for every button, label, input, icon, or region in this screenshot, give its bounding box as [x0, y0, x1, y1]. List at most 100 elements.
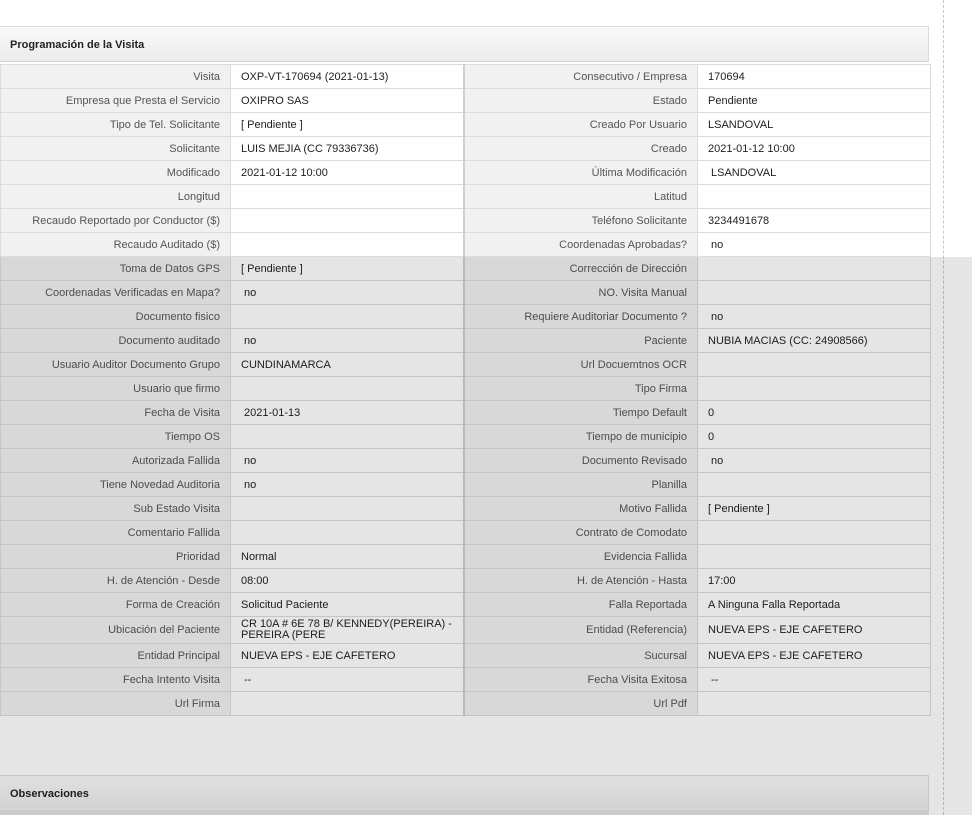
table-row: Modificado 2021-01-12 10:00 Última Modif… [0, 160, 931, 185]
field-value [230, 376, 464, 401]
table-row: Visita OXP-VT-170694 (2021-01-13) Consec… [0, 64, 931, 89]
field-value: no [697, 304, 931, 329]
programacion-panel-header: Programación de la Visita [0, 26, 929, 62]
field-value: Normal [230, 544, 464, 569]
field-value: no [230, 448, 464, 473]
field-label: Última Modificación [462, 160, 698, 185]
table-row: Coordenadas Verificadas en Mapa? no NO. … [0, 280, 931, 305]
field-label: Coordenadas Aprobadas? [462, 232, 698, 257]
field-value: 3234491678 [697, 208, 931, 233]
field-label: Planilla [462, 472, 698, 497]
field-value: 2021-01-13 [230, 400, 464, 425]
table-row: Fecha de Visita 2021-01-13 Tiempo Defaul… [0, 400, 931, 425]
table-row: Sub Estado Visita Motivo Fallida [ Pendi… [0, 496, 931, 521]
table-row: Usuario Auditor Documento Grupo CUNDINAM… [0, 352, 931, 377]
field-label: Entidad (Referencia) [462, 616, 698, 644]
field-label: Prioridad [0, 544, 231, 569]
field-value [230, 424, 464, 449]
field-label: Sub Estado Visita [0, 496, 231, 521]
field-value: NUEVA EPS - EJE CAFETERO [697, 616, 931, 644]
table-row: Ubicación del Paciente CR 10A # 6E 78 B/… [0, 616, 931, 644]
field-value [230, 496, 464, 521]
field-label: Toma de Datos GPS [0, 256, 231, 281]
field-value: LSANDOVAL [697, 160, 931, 185]
field-value: NUBIA MACIAS (CC: 24908566) [697, 328, 931, 353]
field-label: Fecha Intento Visita [0, 667, 231, 692]
field-label: Tipo de Tel. Solicitante [0, 112, 231, 137]
table-row: Entidad Principal NUEVA EPS - EJE CAFETE… [0, 643, 931, 668]
field-label: Paciente [462, 328, 698, 353]
table-row: Usuario que firmo Tipo Firma [0, 376, 931, 401]
field-label: Url Pdf [462, 691, 698, 716]
field-value: -- [697, 667, 931, 692]
field-value: 2021-01-12 10:00 [230, 160, 464, 185]
field-label: Ubicación del Paciente [0, 616, 231, 644]
field-label: Fecha Visita Exitosa [462, 667, 698, 692]
field-value: 17:00 [697, 568, 931, 593]
field-label: Documento fisico [0, 304, 231, 329]
field-label: Recaudo Reportado por Conductor ($) [0, 208, 231, 233]
field-value: [ Pendiente ] [230, 112, 464, 137]
field-value [697, 544, 931, 569]
field-value: no [697, 448, 931, 473]
field-value [697, 184, 931, 209]
field-value: no [230, 328, 464, 353]
field-label: Corrección de Dirección [462, 256, 698, 281]
table-row: Recaudo Reportado por Conductor ($) Telé… [0, 208, 931, 233]
table-row: Documento auditado no Paciente NUBIA MAC… [0, 328, 931, 353]
field-value: CR 10A # 6E 78 B/ KENNEDY(PEREIRA) - PER… [230, 616, 464, 644]
visit-details-table: Visita OXP-VT-170694 (2021-01-13) Consec… [0, 64, 931, 716]
field-value [230, 208, 464, 233]
field-label: Teléfono Solicitante [462, 208, 698, 233]
field-label: Visita [0, 64, 231, 89]
field-value [697, 520, 931, 545]
field-value: LSANDOVAL [697, 112, 931, 137]
programacion-panel-title: Programación de la Visita [10, 39, 145, 51]
observaciones-panel-title: Observaciones [10, 788, 89, 800]
field-label: Estado [462, 88, 698, 113]
field-value: [ Pendiente ] [230, 256, 464, 281]
table-row: H. de Atención - Desde 08:00 H. de Atenc… [0, 568, 931, 593]
field-label: Requiere Auditoriar Documento ? [462, 304, 698, 329]
field-label: Tiempo OS [0, 424, 231, 449]
field-value: OXP-VT-170694 (2021-01-13) [230, 64, 464, 89]
field-value: 0 [697, 424, 931, 449]
field-value: no [230, 280, 464, 305]
field-value: 170694 [697, 64, 931, 89]
field-value: NUEVA EPS - EJE CAFETERO [697, 643, 931, 668]
table-row: Comentario Fallida Contrato de Comodato [0, 520, 931, 545]
field-label: Contrato de Comodato [462, 520, 698, 545]
field-value [697, 280, 931, 305]
field-value: OXIPRO SAS [230, 88, 464, 113]
field-label: Empresa que Presta el Servicio [0, 88, 231, 113]
field-label: Latitud [462, 184, 698, 209]
field-value: no [230, 472, 464, 497]
field-value [697, 472, 931, 497]
field-label: H. de Atención - Desde [0, 568, 231, 593]
field-value [230, 184, 464, 209]
field-value: A Ninguna Falla Reportada [697, 592, 931, 617]
field-label: Consecutivo / Empresa [462, 64, 698, 89]
field-label: Comentario Fallida [0, 520, 231, 545]
observaciones-panel-header: Observaciones [0, 775, 929, 811]
table-row: Solicitante LUIS MEJIA (CC 79336736) Cre… [0, 136, 931, 161]
field-label: Falla Reportada [462, 592, 698, 617]
field-value [230, 304, 464, 329]
field-value: NUEVA EPS - EJE CAFETERO [230, 643, 464, 668]
field-label: Sucursal [462, 643, 698, 668]
field-label: Modificado [0, 160, 231, 185]
field-label: Motivo Fallida [462, 496, 698, 521]
table-row: Prioridad Normal Evidencia Fallida [0, 544, 931, 569]
table-row: Autorizada Fallida no Documento Revisado… [0, 448, 931, 473]
table-row: Tiene Novedad Auditoria no Planilla [0, 472, 931, 497]
field-label: Url Firma [0, 691, 231, 716]
field-value: 0 [697, 400, 931, 425]
field-label: Tipo Firma [462, 376, 698, 401]
field-label: Tiempo de municipio [462, 424, 698, 449]
table-row: Longitud Latitud [0, 184, 931, 209]
field-label: Forma de Creación [0, 592, 231, 617]
table-row: Forma de Creación Solicitud Paciente Fal… [0, 592, 931, 617]
field-label: Longitud [0, 184, 231, 209]
table-row: Toma de Datos GPS [ Pendiente ] Correcci… [0, 256, 931, 281]
field-value: CUNDINAMARCA [230, 352, 464, 377]
